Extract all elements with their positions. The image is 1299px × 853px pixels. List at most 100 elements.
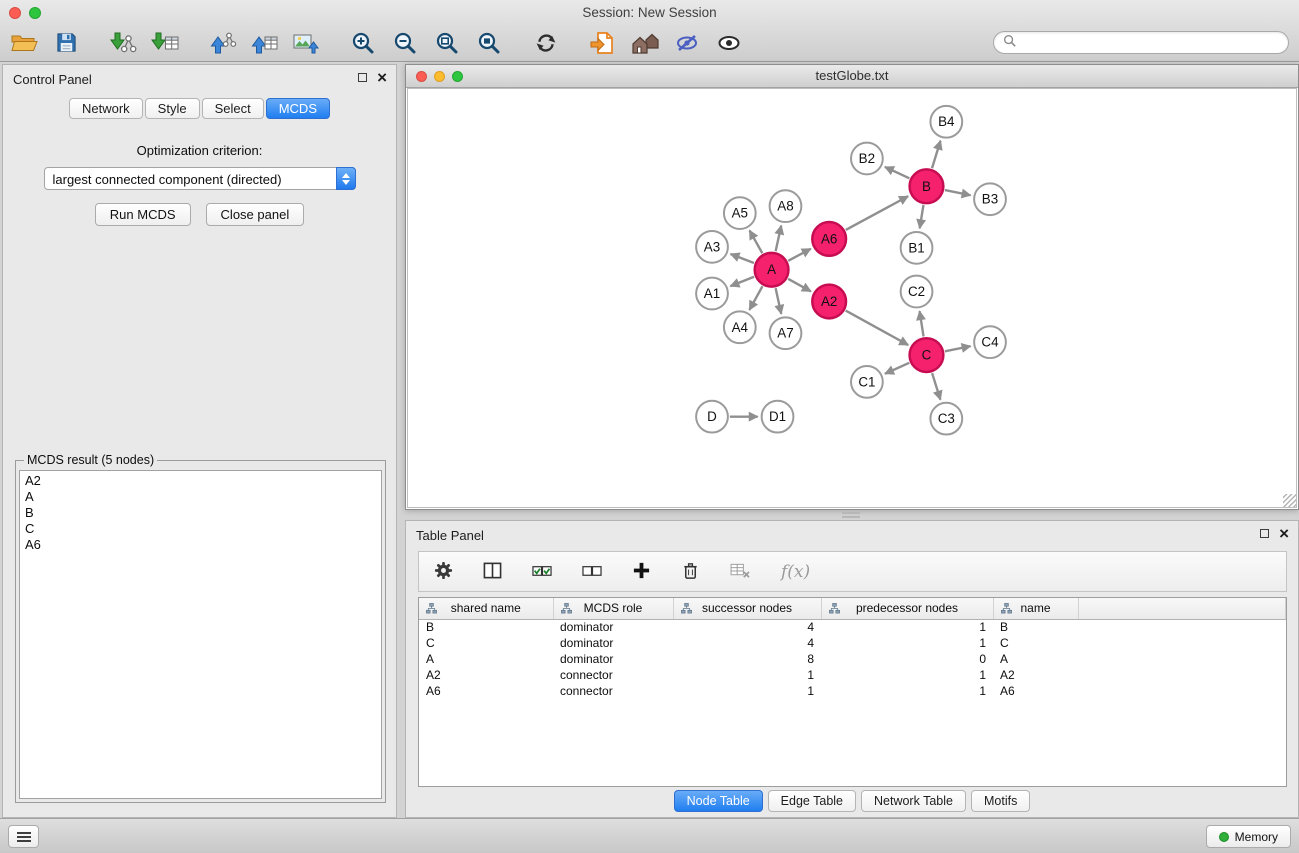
- column-header-shared-name[interactable]: shared name: [419, 598, 553, 619]
- table-cell[interactable]: C: [993, 635, 1078, 651]
- column-header-predecessor-nodes[interactable]: predecessor nodes: [821, 598, 993, 619]
- close-table-panel-icon[interactable]: ×: [1279, 528, 1289, 539]
- zoom-window-button[interactable]: [29, 7, 41, 19]
- table-cell[interactable]: C: [419, 635, 553, 651]
- import-table-button[interactable]: [147, 28, 183, 61]
- table-cell[interactable]: 1: [673, 683, 821, 699]
- graph-edge-B-B4[interactable]: [932, 141, 940, 169]
- table-cell[interactable]: A2: [993, 667, 1078, 683]
- graph-edge-A6-B[interactable]: [846, 196, 908, 230]
- graph-node-B2[interactable]: B2: [851, 143, 883, 175]
- window-resize-grip[interactable]: [1283, 494, 1296, 507]
- add-row-button[interactable]: [632, 555, 651, 588]
- graph-edge-B-B2[interactable]: [885, 167, 909, 178]
- graph-node-C[interactable]: C: [910, 338, 944, 372]
- table-cell[interactable]: dominator: [553, 651, 673, 667]
- task-history-button[interactable]: [8, 825, 39, 848]
- graph-node-D1[interactable]: D1: [762, 401, 794, 433]
- column-header-successor-nodes[interactable]: successor nodes: [673, 598, 821, 619]
- table-cell[interactable]: connector: [553, 667, 673, 683]
- table-cell[interactable]: dominator: [553, 619, 673, 635]
- graph-node-C4[interactable]: C4: [974, 326, 1006, 358]
- graph-edge-A-A3[interactable]: [731, 254, 754, 263]
- node-table[interactable]: shared name MCDS role successor nodes pr…: [418, 597, 1287, 787]
- table-cell[interactable]: A6: [993, 683, 1078, 699]
- run-mcds-button[interactable]: Run MCDS: [95, 203, 191, 226]
- titlebar[interactable]: Session: New Session: [0, 0, 1299, 25]
- network-canvas-svg[interactable]: B4B2BB3A8A5A6A3B1AC2A1A2A4A7C4CC1DD1C3: [408, 89, 1296, 507]
- tab-motifs[interactable]: Motifs: [971, 790, 1030, 812]
- graph-node-A8[interactable]: A8: [770, 190, 802, 222]
- list-item[interactable]: C: [25, 521, 376, 537]
- close-network-window-button[interactable]: [416, 71, 427, 82]
- tab-edge-table[interactable]: Edge Table: [768, 790, 856, 812]
- table-cell[interactable]: B: [993, 619, 1078, 635]
- graph-node-B3[interactable]: B3: [974, 183, 1006, 215]
- search-input[interactable]: [1021, 36, 1279, 50]
- graph-node-A3[interactable]: A3: [696, 231, 728, 263]
- table-row[interactable]: Bdominator41B: [419, 619, 1286, 635]
- graph-node-B4[interactable]: B4: [930, 106, 962, 138]
- tab-style[interactable]: Style: [145, 98, 200, 119]
- zoom-out-button[interactable]: [387, 28, 423, 61]
- table-cell[interactable]: A: [419, 651, 553, 667]
- first-neighbors-button[interactable]: [627, 28, 663, 61]
- float-panel-icon[interactable]: [358, 73, 367, 82]
- export-network-button[interactable]: [204, 28, 240, 61]
- graph-edge-C-C3[interactable]: [932, 373, 940, 400]
- graph-edge-B-B3[interactable]: [945, 190, 971, 195]
- table-cell[interactable]: 8: [673, 651, 821, 667]
- list-item[interactable]: A6: [25, 537, 376, 553]
- open-session-button[interactable]: [6, 28, 42, 61]
- table-row[interactable]: Cdominator41C: [419, 635, 1286, 651]
- export-table-button[interactable]: [246, 28, 282, 61]
- tab-mcds[interactable]: MCDS: [266, 98, 330, 119]
- zoom-fit-button[interactable]: [429, 28, 465, 61]
- table-cell[interactable]: 0: [821, 651, 993, 667]
- function-builder-button[interactable]: f(x): [781, 562, 810, 582]
- table-cell[interactable]: A6: [419, 683, 553, 699]
- close-panel-button[interactable]: Close panel: [206, 203, 305, 226]
- tab-node-table[interactable]: Node Table: [674, 790, 763, 812]
- table-settings-button[interactable]: [434, 555, 453, 588]
- delete-rows-button[interactable]: [681, 555, 700, 588]
- graph-edge-C-C2[interactable]: [920, 311, 924, 336]
- table-cell[interactable]: 1: [821, 667, 993, 683]
- network-canvas[interactable]: B4B2BB3A8A5A6A3B1AC2A1A2A4A7C4CC1DD1C3: [407, 88, 1297, 508]
- graph-node-A1[interactable]: A1: [696, 278, 728, 310]
- select-all-rows-button[interactable]: [532, 555, 552, 588]
- zoom-network-window-button[interactable]: [452, 71, 463, 82]
- network-window[interactable]: testGlobe.txt B4B2BB3A8A5A6A3B1AC2A1A2A4…: [405, 64, 1299, 510]
- graph-edge-A-A7[interactable]: [776, 288, 782, 314]
- graph-node-A7[interactable]: A7: [770, 317, 802, 349]
- graph-edge-A2-C[interactable]: [846, 311, 909, 345]
- graph-node-A4[interactable]: A4: [724, 311, 756, 343]
- save-session-button[interactable]: [48, 28, 84, 61]
- table-cell[interactable]: B: [419, 619, 553, 635]
- list-item[interactable]: A2: [25, 473, 376, 489]
- graph-node-A6[interactable]: A6: [812, 222, 846, 256]
- table-cell[interactable]: 1: [821, 635, 993, 651]
- graph-edge-A-A2[interactable]: [788, 279, 811, 292]
- zoom-selected-button[interactable]: [471, 28, 507, 61]
- panel-splitter[interactable]: [842, 512, 860, 518]
- graph-edge-A-A8[interactable]: [776, 226, 782, 252]
- table-cell[interactable]: 1: [821, 683, 993, 699]
- zoom-in-button[interactable]: [345, 28, 381, 61]
- table-cell[interactable]: dominator: [553, 635, 673, 651]
- table-cell[interactable]: 1: [821, 619, 993, 635]
- table-row[interactable]: Adominator80A: [419, 651, 1286, 667]
- table-cell[interactable]: connector: [553, 683, 673, 699]
- graph-node-D[interactable]: D: [696, 401, 728, 433]
- graph-edge-C-C1[interactable]: [885, 363, 909, 374]
- list-item[interactable]: A: [25, 489, 376, 505]
- table-row[interactable]: A2connector11A2: [419, 667, 1286, 683]
- hide-selected-button[interactable]: [669, 28, 705, 61]
- graph-edge-A-A5[interactable]: [750, 230, 763, 253]
- graph-edge-C-C4[interactable]: [945, 346, 971, 351]
- deselect-all-rows-button[interactable]: [582, 555, 602, 588]
- close-window-button[interactable]: [9, 7, 21, 19]
- graph-node-A[interactable]: A: [755, 253, 789, 287]
- graph-node-A2[interactable]: A2: [812, 285, 846, 319]
- table-cell[interactable]: A2: [419, 667, 553, 683]
